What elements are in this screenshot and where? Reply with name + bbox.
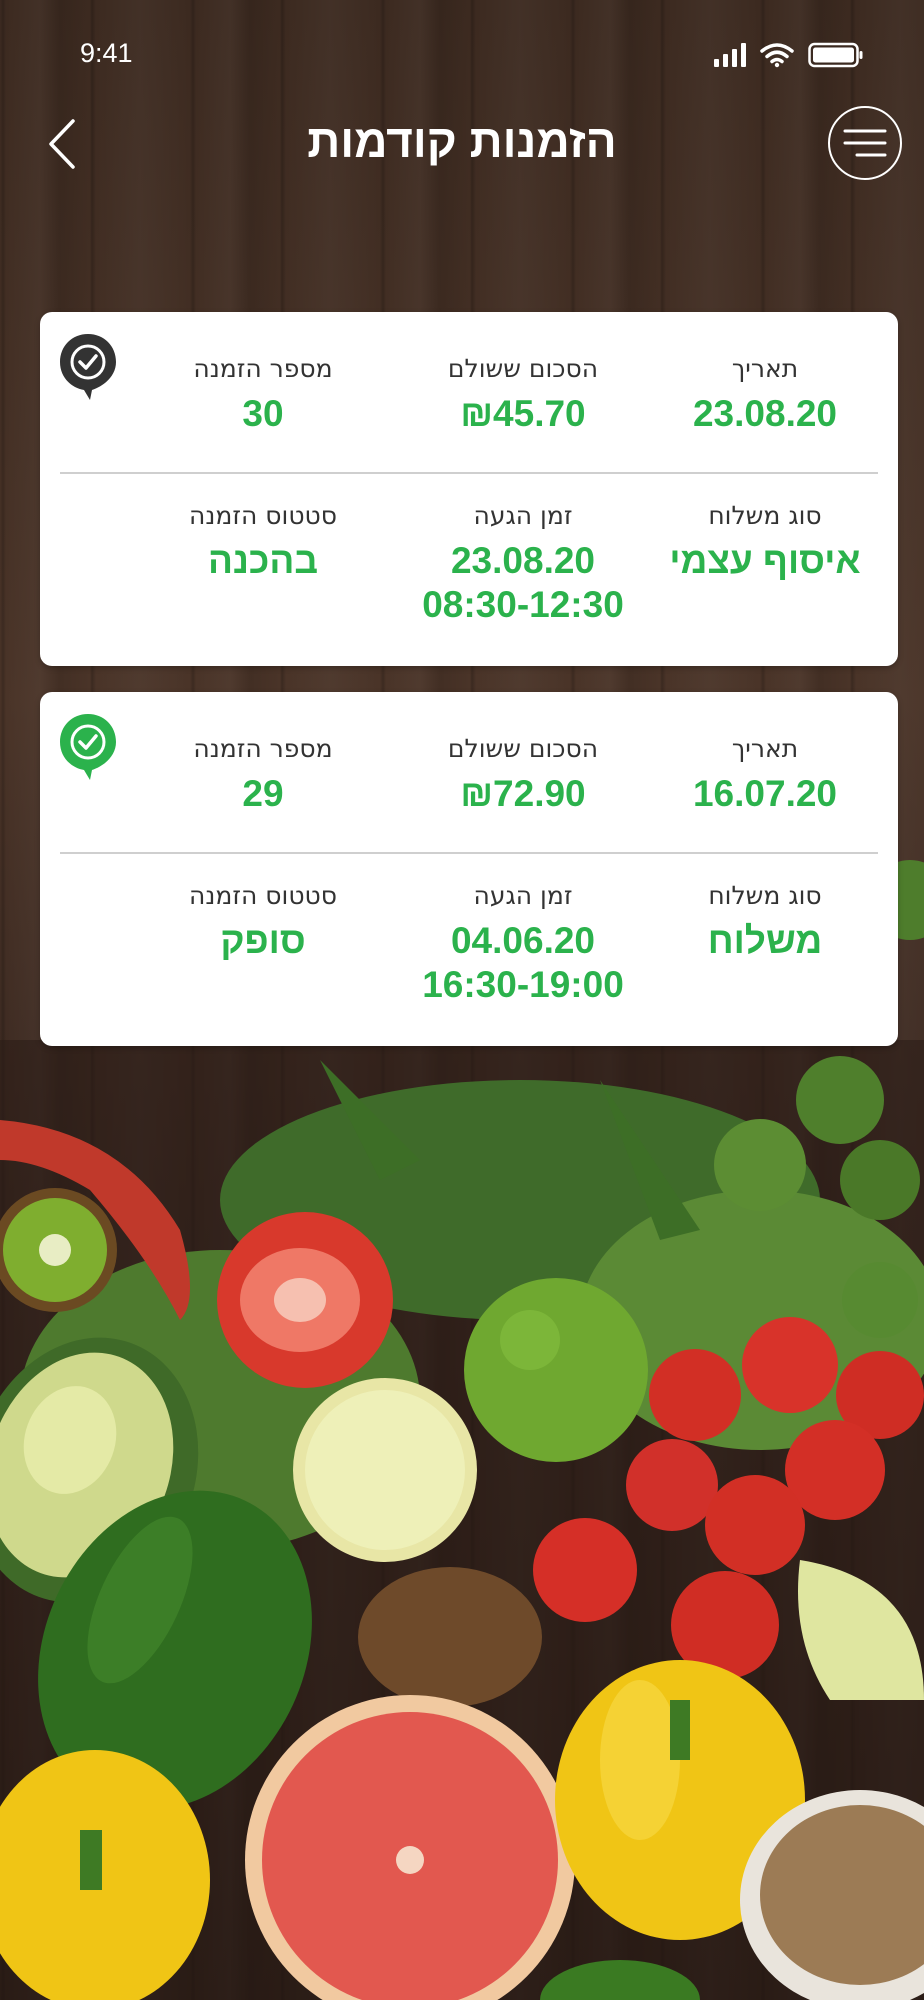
order-delivery-row: סוג משלוח משלוח זמן הגעה 04.06.20 16:30-… (40, 879, 898, 1029)
status-icons (714, 42, 864, 68)
delivery-type-label: סוג משלוח (708, 501, 822, 530)
arrival-time-label: זמן הגעה (473, 501, 573, 530)
order-card[interactable]: תאריך 16.07.20 הסכום ששולם ₪72.90 מספר ה… (40, 692, 898, 1046)
order-card[interactable]: תאריך 23.08.20 הסכום ששולם ₪45.70 מספר ה… (40, 312, 898, 666)
date-value: 16.07.20 (692, 773, 838, 814)
date-value: 23.08.20 (692, 393, 838, 434)
arrival-date-value: 04.06.20 (450, 920, 596, 961)
divider (60, 472, 878, 474)
page-title: הזמנות קודמות (307, 115, 617, 167)
arrival-time-field: זמן הגעה 23.08.20 08:30-12:30 (398, 499, 648, 627)
order-summary-row: תאריך 23.08.20 הסכום ששולם ₪45.70 מספר ה… (40, 352, 898, 452)
order-summary-row: תאריך 16.07.20 הסכום ששולם ₪72.90 מספר ה… (40, 732, 898, 832)
arrival-time-label: זמן הגעה (473, 881, 573, 910)
menu-button[interactable] (828, 106, 902, 180)
order-status-field: סטטוס הזמנה סופק (138, 879, 388, 963)
amount-label: הסכום ששולם (447, 354, 599, 383)
delivery-type-value: איסוף עצמי (669, 540, 861, 581)
status-bar: 9:41 (0, 0, 924, 100)
order-status-value: בהכנה (207, 540, 319, 581)
order-number-label: מספר הזמנה (193, 354, 333, 383)
amount-value: ₪45.70 (460, 393, 586, 434)
order-status-value: סופק (220, 920, 306, 961)
delivery-type-field: סוג משלוח משלוח (640, 879, 890, 963)
arrival-time-field: זמן הגעה 04.06.20 16:30-19:00 (398, 879, 648, 1007)
arrival-window-value: 16:30-19:00 (422, 964, 624, 1005)
order-number-value: 29 (242, 773, 284, 814)
date-label: תאריך (731, 734, 799, 763)
hamburger-menu-icon (843, 129, 887, 157)
amount-field: הסכום ששולם ₪45.70 (398, 352, 648, 436)
delivery-type-value: משלוח (707, 920, 823, 961)
order-number-field: מספר הזמנה 29 (138, 732, 388, 816)
amount-value: ₪72.90 (460, 773, 586, 814)
battery-icon (808, 42, 863, 68)
delivery-type-field: סוג משלוח איסוף עצמי (640, 499, 890, 583)
divider (60, 852, 878, 854)
order-status-label: סטטוס הזמנה (189, 881, 337, 910)
date-label: תאריך (731, 354, 799, 383)
order-status-field: סטטוס הזמנה בהכנה (138, 499, 388, 583)
header: הזמנות קודמות (0, 100, 924, 190)
order-status-label: סטטוס הזמנה (189, 501, 337, 530)
amount-label: הסכום ששולם (447, 734, 599, 763)
order-number-label: מספר הזמנה (193, 734, 333, 763)
arrival-date-value: 23.08.20 (450, 540, 596, 581)
date-field: תאריך 16.07.20 (640, 732, 890, 816)
order-number-value: 30 (242, 393, 284, 434)
status-time: 9:41 (80, 38, 133, 68)
wifi-icon (760, 43, 794, 68)
date-field: תאריך 23.08.20 (640, 352, 890, 436)
delivery-type-label: סוג משלוח (708, 881, 822, 910)
cellular-signal-icon (714, 43, 746, 67)
amount-field: הסכום ששולם ₪72.90 (398, 732, 648, 816)
order-number-field: מספר הזמנה 30 (138, 352, 388, 436)
order-delivery-row: סוג משלוח איסוף עצמי זמן הגעה 23.08.20 0… (40, 499, 898, 649)
arrival-window-value: 08:30-12:30 (422, 584, 624, 625)
